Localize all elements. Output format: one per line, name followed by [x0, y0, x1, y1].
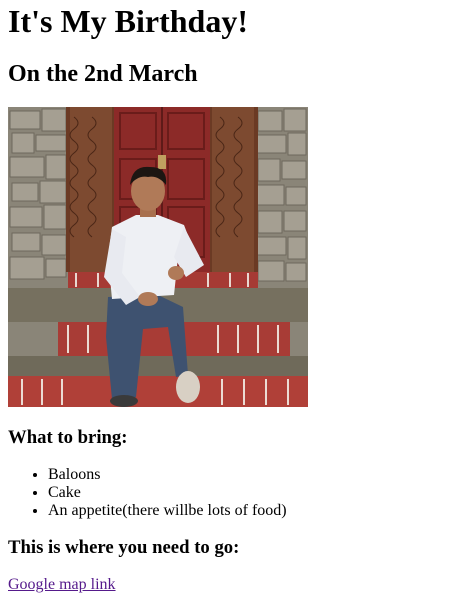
page-title: It's My Birthday!: [8, 3, 248, 39]
google-map-link[interactable]: Google map link: [8, 576, 116, 594]
page-content: It's My Birthday! On the 2nd March What …: [0, 3, 459, 594]
location-heading: This is where you need to go:: [8, 537, 240, 558]
bring-list: Baloons Cake An appetite(there willbe lo…: [8, 466, 451, 520]
list-item: Cake: [48, 484, 451, 502]
list-item: Baloons: [48, 466, 451, 484]
bring-heading: What to bring:: [8, 427, 128, 448]
page-subtitle: On the 2nd March: [8, 61, 198, 87]
list-item: An appetite(there willbe lots of food): [48, 502, 451, 520]
birthday-photo: [8, 107, 308, 407]
